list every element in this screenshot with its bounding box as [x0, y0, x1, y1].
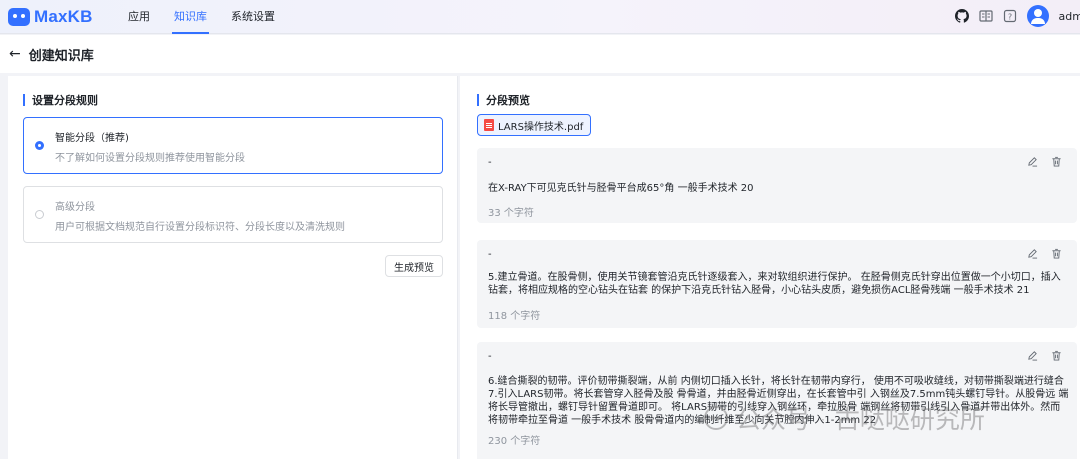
app-logo[interactable]: MaxKB: [8, 7, 93, 27]
nav-item-knowledge-base[interactable]: 知识库: [172, 0, 209, 34]
chunk-content: 5.建立骨道。在股骨侧，使用关节镜套管沿克氏针逐级套入，来对软组织进行保护。 在…: [488, 272, 1061, 296]
delete-icon[interactable]: [1051, 248, 1065, 262]
chunk-char-count: 230 个字符: [488, 436, 541, 447]
title-accent-bar: [477, 94, 479, 106]
file-tab-label: LARS操作技术.pdf: [498, 121, 584, 133]
pdf-file-icon: [484, 119, 494, 131]
edit-icon[interactable]: [1027, 248, 1041, 262]
smart-segment-title: 智能分段（推荐): [55, 133, 129, 144]
title-accent-bar: [23, 94, 25, 106]
book-icon[interactable]: [978, 9, 993, 23]
github-icon[interactable]: [954, 9, 969, 23]
chunk-title: -: [488, 351, 492, 362]
advanced-segment-title: 高级分段: [55, 202, 95, 213]
help-icon[interactable]: ?: [1003, 9, 1017, 23]
smart-segment-radio[interactable]: [35, 141, 44, 150]
user-name[interactable]: admi: [1059, 10, 1080, 23]
chunk-title: -: [488, 249, 492, 260]
nav-item-apps[interactable]: 应用: [126, 0, 152, 34]
segment-preview-title: 分段预览: [477, 92, 530, 108]
option-advanced-segment[interactable]: 高级分段 用户可根据文档规范自行设置分段标识符、分段长度以及清洗规则: [23, 186, 443, 243]
watermark-text: 公众号 · 古哒哒研究所: [736, 405, 985, 434]
chunk-actions: [1027, 350, 1065, 364]
delete-icon[interactable]: [1051, 156, 1065, 170]
top-right-tools: ? admi: [954, 5, 1080, 27]
chunk-title: -: [488, 157, 492, 168]
app-name: MaxKB: [34, 7, 93, 26]
segment-chunk: - 在X-RAY下可见克氏针与胫骨平台成65°角 一般手术技术 20 33 个字…: [477, 148, 1077, 223]
nav-item-system-settings[interactable]: 系统设置: [229, 0, 277, 34]
chunk-content: 在X-RAY下可见克氏针与胫骨平台成65°角 一般手术技术 20: [488, 183, 754, 194]
generate-preview-button[interactable]: 生成预览: [385, 255, 443, 277]
maxkb-logo-icon: [8, 8, 30, 26]
top-navigation-bar: MaxKB 应用 知识库 系统设置 ? admi: [0, 0, 1080, 34]
segment-rules-title: 设置分段规则: [23, 92, 98, 108]
edit-icon[interactable]: [1027, 350, 1041, 364]
page-title: 创建知识库: [28, 48, 94, 64]
chunk-char-count: 118 个字符: [488, 311, 541, 322]
watermark: 公众号 · 古哒哒研究所: [704, 400, 985, 436]
page-header: ← 创建知识库: [0, 35, 1080, 73]
delete-icon[interactable]: [1051, 350, 1065, 364]
file-tab[interactable]: LARS操作技术.pdf: [477, 114, 592, 136]
smart-segment-desc: 不了解如何设置分段规则推荐使用智能分段: [55, 153, 245, 164]
chunk-char-count: 33 个字符: [488, 208, 534, 219]
main-nav: 应用 知识库 系统设置: [126, 0, 277, 34]
edit-icon[interactable]: [1027, 156, 1041, 170]
chunk-actions: [1027, 248, 1065, 262]
back-arrow-icon[interactable]: ←: [9, 47, 21, 61]
segment-rules-panel: 设置分段规则 智能分段（推荐) 不了解如何设置分段规则推荐使用智能分段 高级分段…: [8, 76, 458, 459]
chunk-actions: [1027, 156, 1065, 170]
advanced-segment-desc: 用户可根据文档规范自行设置分段标识符、分段长度以及清洗规则: [55, 222, 345, 233]
svg-text:?: ?: [1007, 13, 1011, 22]
option-smart-segment[interactable]: 智能分段（推荐) 不了解如何设置分段规则推荐使用智能分段: [23, 117, 443, 174]
advanced-segment-radio[interactable]: [35, 210, 44, 219]
user-avatar[interactable]: [1026, 5, 1049, 27]
segment-chunk: - 5.建立骨道。在股骨侧，使用关节镜套管沿克氏针逐级套入，来对软组织进行保护。…: [477, 240, 1077, 328]
wechat-icon: [704, 406, 728, 430]
